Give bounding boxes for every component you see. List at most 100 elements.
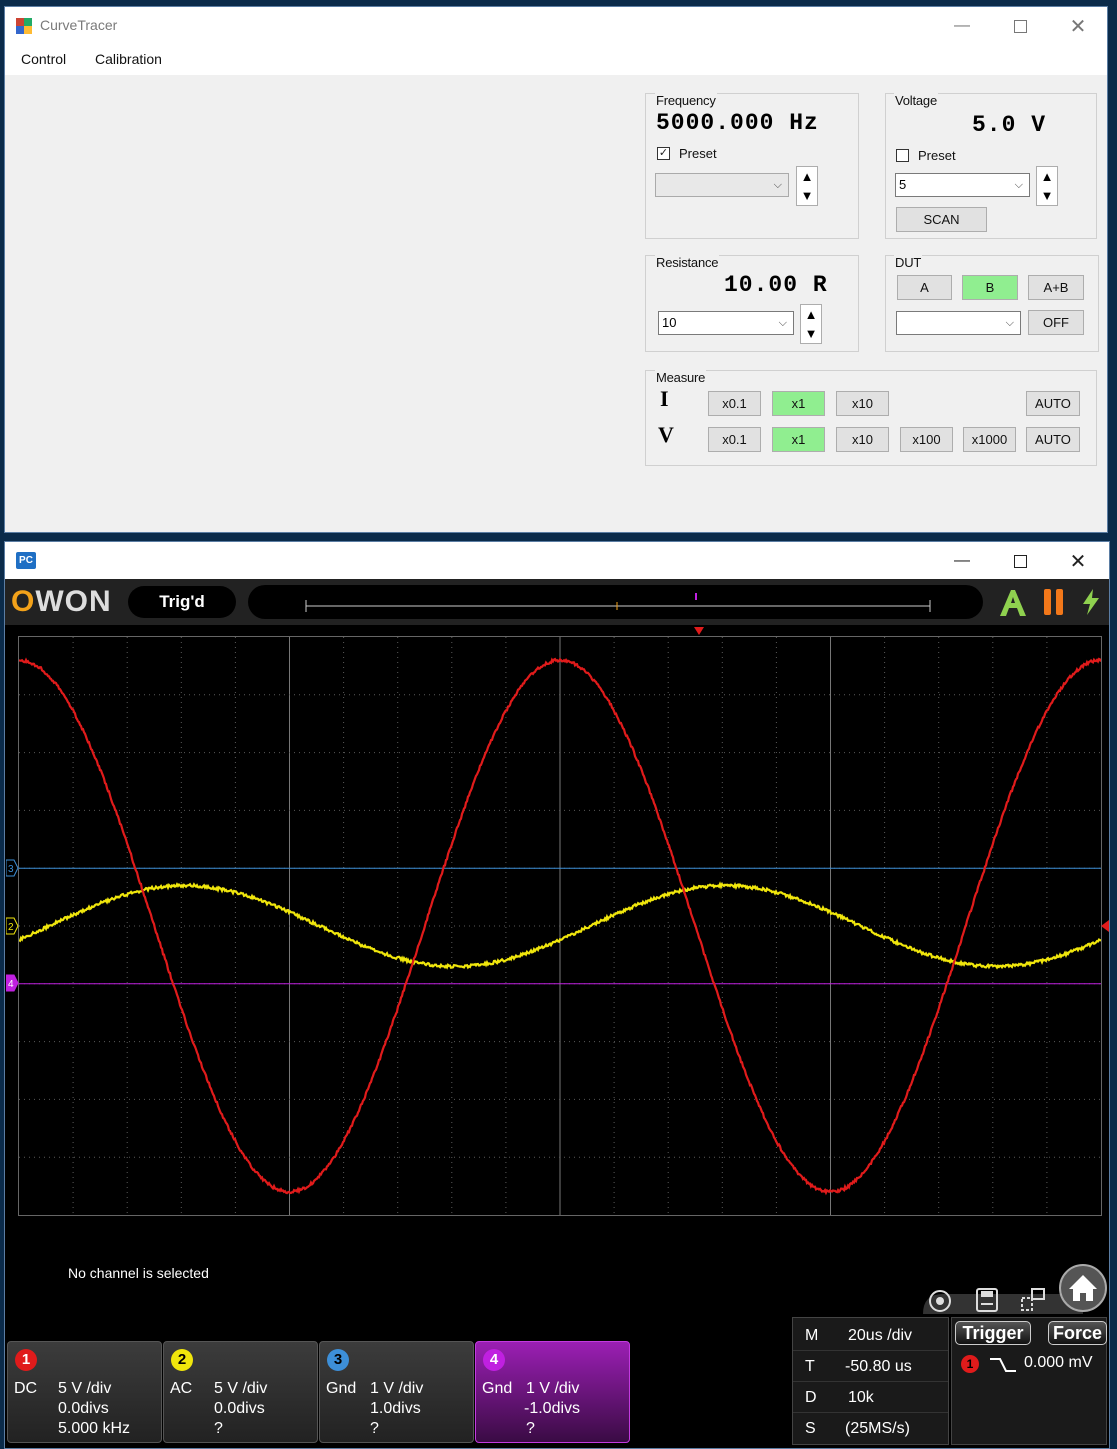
dut-a-button[interactable]: A xyxy=(897,275,952,300)
lightning-icon[interactable] xyxy=(1079,587,1103,617)
measure-i-label: I xyxy=(660,386,669,412)
voltage-spinner[interactable]: ▲ ▼ xyxy=(1036,166,1058,206)
trigger-source-badge: 1 xyxy=(961,1355,979,1373)
ch4-marker-label: 4 xyxy=(8,979,14,990)
i-auto-button[interactable]: AUTO xyxy=(1026,391,1080,416)
v-x10-button[interactable]: x10 xyxy=(836,427,889,452)
close-icon: ✕ xyxy=(1070,549,1087,574)
channel-2-panel[interactable]: 2 AC 5 V /div 0.0divs ? xyxy=(163,1341,318,1443)
timebase-row-m[interactable]: M 20us /div xyxy=(793,1321,948,1351)
trigger-level-value: 0.000 mV xyxy=(1024,1354,1092,1372)
maximize-icon xyxy=(1014,20,1027,33)
dut-group: DUT A B A+B ⌵ OFF xyxy=(885,255,1099,352)
frequency-group: Frequency 5000.000 Hz ✓ Preset ⌵ ▲ ▼ xyxy=(645,93,859,239)
dut-combo[interactable]: ⌵ xyxy=(896,311,1021,335)
status-message: No channel is selected xyxy=(68,1265,209,1281)
scope-minimize-button[interactable]: — xyxy=(933,542,991,580)
timebase-row-d[interactable]: D 10k xyxy=(793,1383,948,1413)
resistance-combo[interactable]: 10 ⌵ xyxy=(658,311,794,335)
spin-up-icon[interactable]: ▲ xyxy=(1037,167,1057,186)
frequency-preset-combo[interactable]: ⌵ xyxy=(655,173,789,197)
force-button[interactable]: Force xyxy=(1048,1321,1107,1345)
spin-down-icon[interactable]: ▼ xyxy=(801,324,821,343)
falling-edge-icon xyxy=(988,1353,1018,1375)
close-icon: ✕ xyxy=(1070,14,1087,39)
minimize-icon: — xyxy=(954,17,970,35)
timebase-panel[interactable]: M 20us /div T -50.80 us D 10k S (25MS/s) xyxy=(792,1317,949,1445)
timebase-row-s[interactable]: S (25MS/s) xyxy=(793,1414,948,1444)
channel-2-number: 2 xyxy=(171,1349,193,1371)
frequency-label: Frequency xyxy=(655,93,717,108)
frequency-preset-label: Preset xyxy=(679,146,717,161)
timebase-row-t[interactable]: T -50.80 us xyxy=(793,1352,948,1382)
v-x1000-button[interactable]: x1000 xyxy=(963,427,1016,452)
trigger-button[interactable]: Trigger xyxy=(955,1321,1031,1345)
frequency-spinner[interactable]: ▲ ▼ xyxy=(796,166,818,206)
i-x1-button[interactable]: x1 xyxy=(772,391,825,416)
channel-3-panel[interactable]: 3 Gnd 1 V /div 1.0divs ? xyxy=(319,1341,474,1443)
dut-off-button[interactable]: OFF xyxy=(1028,310,1084,335)
ch3-marker-label: 3 xyxy=(8,864,14,875)
menu-calibration[interactable]: Calibration xyxy=(95,51,162,67)
channel-1-panel[interactable]: 1 DC 5 V /div 0.0divs 5.000 kHz xyxy=(7,1341,162,1443)
i-x10-button[interactable]: x10 xyxy=(836,391,889,416)
spin-down-icon[interactable]: ▼ xyxy=(1037,186,1057,205)
menu-control[interactable]: Control xyxy=(21,51,66,67)
resistance-spinner[interactable]: ▲ ▼ xyxy=(800,304,822,344)
scope-toolbar: OWON Trig'd xyxy=(5,579,1109,625)
channel-4-panel[interactable]: 4 Gnd 1 V /div -1.0divs ? xyxy=(475,1341,630,1443)
voltage-value: 5.0 V xyxy=(972,112,1046,138)
channel-2-offset: 0.0divs xyxy=(214,1400,265,1418)
minimize-button[interactable]: — xyxy=(933,7,991,45)
scan-button[interactable]: SCAN xyxy=(896,207,987,232)
pc-app-icon: PC xyxy=(16,552,36,569)
maximize-button[interactable] xyxy=(991,7,1049,45)
ch2-level-marker[interactable]: 2 xyxy=(6,917,19,935)
i-x01-button[interactable]: x0.1 xyxy=(708,391,761,416)
scope-close-button[interactable]: ✕ xyxy=(1049,542,1107,580)
spin-up-icon[interactable]: ▲ xyxy=(797,167,817,186)
ch4-level-marker[interactable]: 4 xyxy=(6,974,19,992)
resistance-label: Resistance xyxy=(655,255,719,270)
spin-down-icon[interactable]: ▼ xyxy=(797,186,817,205)
v-x1-button[interactable]: x1 xyxy=(772,427,825,452)
app-icon xyxy=(16,18,32,34)
channel-2-measure: ? xyxy=(214,1420,223,1438)
channel-4-vdiv: 1 V /div xyxy=(526,1380,579,1398)
ch2-marker-label: 2 xyxy=(8,922,14,933)
dut-b-button[interactable]: B xyxy=(962,275,1018,300)
auto-icon[interactable] xyxy=(997,587,1029,619)
save-icon[interactable] xyxy=(972,1284,1002,1314)
dut-ab-button[interactable]: A+B xyxy=(1028,275,1084,300)
window-switch-icon[interactable] xyxy=(1018,1284,1048,1314)
channel-3-number: 3 xyxy=(327,1349,349,1371)
v-x100-button[interactable]: x100 xyxy=(900,427,953,452)
pause-icon[interactable] xyxy=(1041,587,1067,617)
curvetracer-window: CurveTracer — ✕ Control Calibration Freq… xyxy=(4,6,1108,533)
channel-3-coupling: Gnd xyxy=(326,1380,356,1398)
scope-title-bar: PC — ✕ xyxy=(5,542,1109,579)
scope-icon-bar xyxy=(915,1264,1107,1314)
channel-4-number: 4 xyxy=(483,1349,505,1371)
menu-bar: Control Calibration xyxy=(5,45,1107,75)
timebase-value: 10k xyxy=(848,1389,874,1407)
timebase-key: D xyxy=(805,1389,817,1407)
voltage-preset-checkbox[interactable] xyxy=(896,149,909,162)
ch3-level-marker[interactable]: 3 xyxy=(6,859,19,877)
voltage-preset-label: Preset xyxy=(918,148,956,163)
voltage-preset-combo[interactable]: 5 ⌵ xyxy=(895,173,1030,197)
close-button[interactable]: ✕ xyxy=(1049,7,1107,45)
scope-maximize-button[interactable] xyxy=(991,542,1049,580)
frequency-preset-checkbox[interactable]: ✓ xyxy=(657,147,670,160)
auto-set-icon[interactable] xyxy=(925,1284,955,1314)
chevron-down-icon: ⌵ xyxy=(774,174,782,196)
channel-2-vdiv: 5 V /div xyxy=(214,1380,267,1398)
v-auto-button[interactable]: AUTO xyxy=(1026,427,1080,452)
window-title: CurveTracer xyxy=(40,17,117,33)
time-position-bar[interactable] xyxy=(248,585,983,619)
channel-4-coupling: Gnd xyxy=(482,1380,512,1398)
resistance-value: 10.00 R xyxy=(724,272,828,298)
spin-up-icon[interactable]: ▲ xyxy=(801,305,821,324)
home-icon[interactable] xyxy=(1059,1264,1107,1312)
v-x01-button[interactable]: x0.1 xyxy=(708,427,761,452)
